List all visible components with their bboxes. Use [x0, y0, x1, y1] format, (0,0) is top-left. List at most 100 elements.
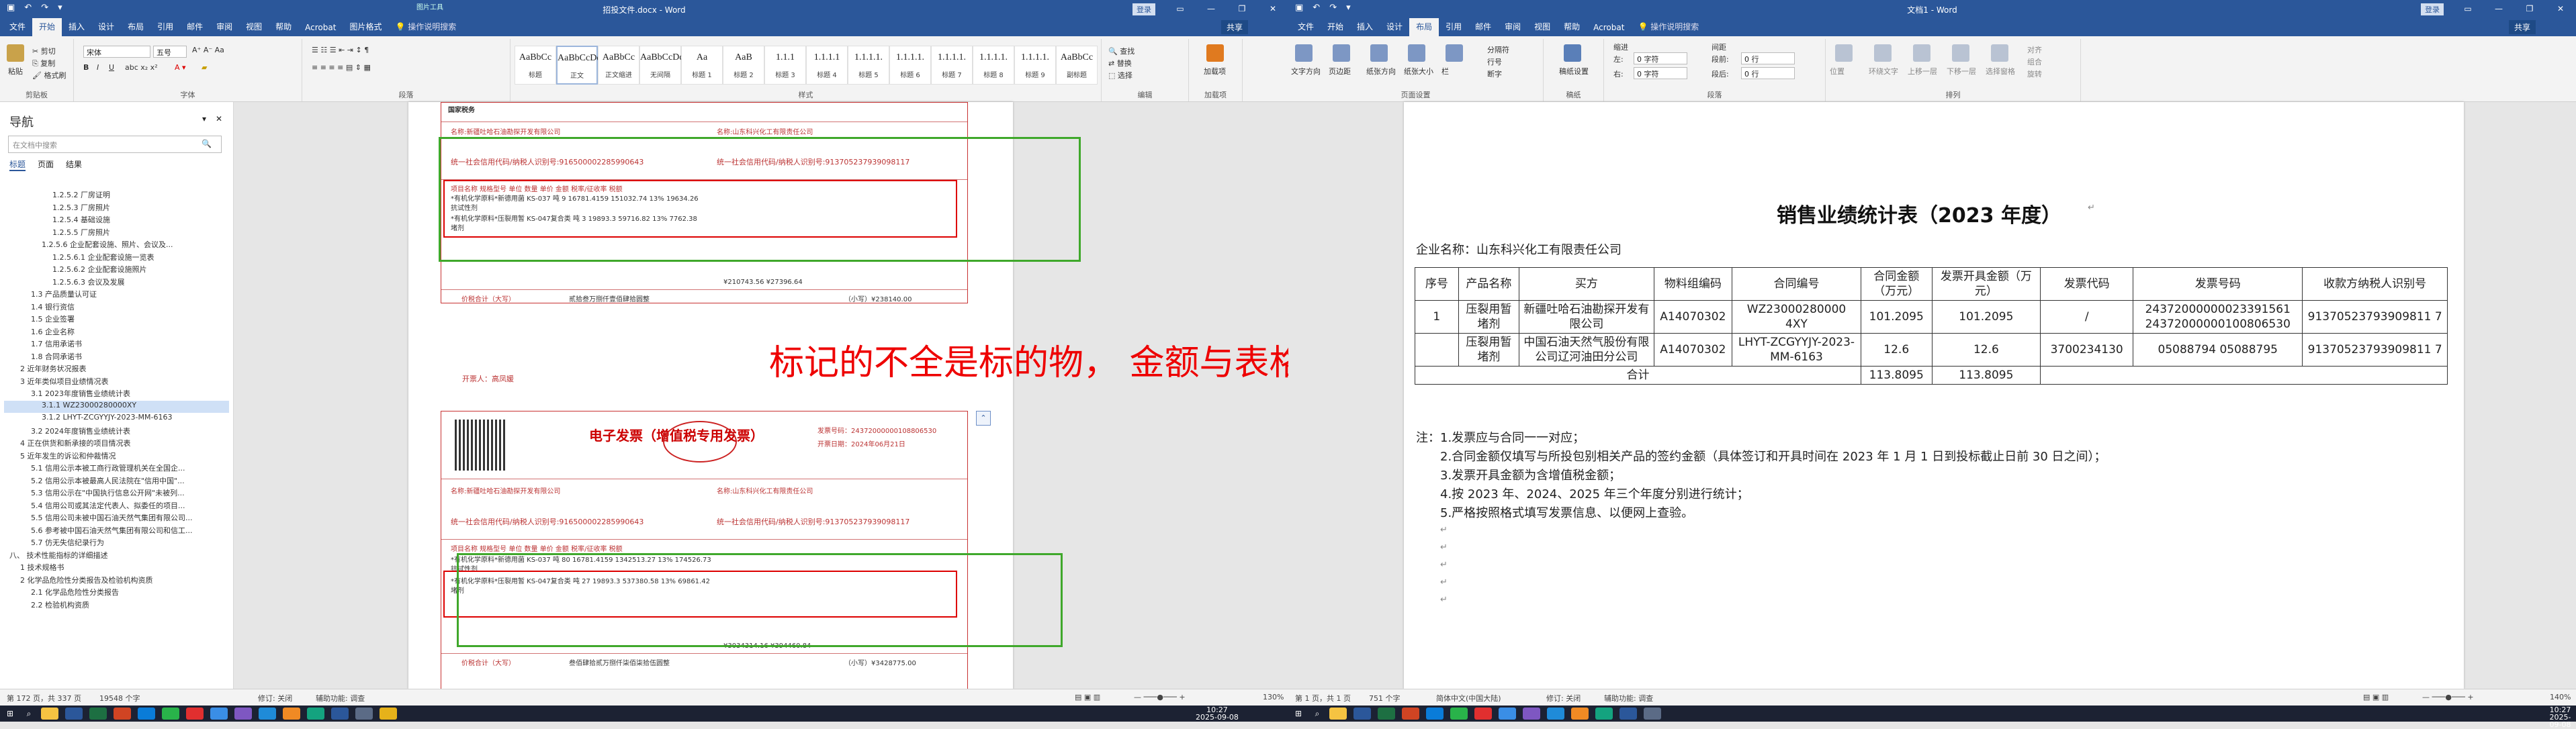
- strikethrough-icon[interactable]: abc x₂ x²: [125, 63, 158, 72]
- search-icon[interactable]: ⌕: [1308, 709, 1326, 719]
- app-icon[interactable]: [1523, 708, 1540, 720]
- arrange-icon[interactable]: [1952, 44, 1969, 62]
- style-item[interactable]: Aa 标题 1: [681, 46, 723, 85]
- style-item[interactable]: 1.1.1.1 标题 4: [806, 46, 848, 85]
- page-count[interactable]: 第 1 页，共 1 页: [1295, 693, 1351, 703]
- style-item[interactable]: 1.1.1.1. 标题 7: [931, 46, 973, 85]
- language-status[interactable]: 简体中文(中国大陆): [1436, 693, 1501, 703]
- style-item[interactable]: 1.1.1.1. 标题 9: [1014, 46, 1056, 85]
- nav-heading-item[interactable]: 1.8 合同承诺书: [4, 351, 229, 364]
- arrange-icon[interactable]: [1874, 44, 1892, 62]
- indent-left-input[interactable]: 0 字符: [1634, 52, 1687, 64]
- app-icon[interactable]: [210, 708, 228, 720]
- arrange-button[interactable]: 环绕文字: [1869, 66, 1898, 77]
- nav-search-icon[interactable]: 🔍: [202, 139, 212, 148]
- grow-font-icon[interactable]: A⁺ A⁻ Aa: [192, 46, 224, 54]
- nav-heading-item[interactable]: 1.2.5.6.2 企业配套设施照片: [4, 264, 229, 277]
- nav-close-icon[interactable]: ✕: [216, 114, 222, 124]
- nav-heading-item[interactable]: 1 技术规格书: [4, 562, 229, 575]
- tell-me-search-right[interactable]: 💡 操作说明搜索: [1631, 18, 1705, 36]
- browser-icon[interactable]: [138, 708, 155, 720]
- underline-icon[interactable]: U: [109, 63, 114, 72]
- app-icon[interactable]: [1499, 708, 1516, 720]
- tab-references[interactable]: 引用: [1439, 18, 1468, 36]
- style-item[interactable]: AaB 标题 2: [723, 46, 764, 85]
- zoom-level[interactable]: 130%: [1263, 693, 1284, 701]
- tab-layout[interactable]: 布局: [1409, 18, 1439, 36]
- wechat-icon[interactable]: [1450, 708, 1468, 720]
- page-setup-button[interactable]: 纸张大小: [1404, 66, 1433, 77]
- maximize-icon[interactable]: ❐: [1227, 0, 1257, 17]
- nav-tab-results[interactable]: 结果: [66, 158, 82, 171]
- style-item[interactable]: 1.1.1.1. 标题 8: [973, 46, 1014, 85]
- word-count[interactable]: 19548 个字: [99, 693, 140, 703]
- minimize-icon[interactable]: —: [1196, 0, 1227, 17]
- app-icon[interactable]: [1595, 708, 1613, 720]
- addins-icon[interactable]: [1206, 44, 1224, 62]
- align-icon[interactable]: ≡ ≡ ≡ ≡ ▤ ⇕ ▦: [312, 63, 371, 72]
- page-count[interactable]: 第 172 页，共 337 页: [7, 693, 81, 703]
- arrange-button[interactable]: 下移一层: [1947, 66, 1976, 77]
- nav-heading-item[interactable]: 1.2.5.6 企业配套设施、照片、会议及...: [4, 239, 229, 252]
- arrange-button[interactable]: 对齐: [2027, 44, 2042, 55]
- powerpoint-icon[interactable]: [1402, 708, 1419, 720]
- nav-heading-item[interactable]: 2 近年财务状况报表: [4, 363, 229, 376]
- page-setup-icon[interactable]: [1370, 44, 1388, 62]
- tab-home[interactable]: 开始: [1321, 18, 1350, 36]
- nav-heading-item[interactable]: 5.6 参考被中国石油天然气集团有限公司和信工...: [4, 525, 229, 538]
- page-setup-button[interactable]: 分隔符: [1487, 44, 1509, 55]
- word-icon[interactable]: [331, 708, 349, 720]
- spacing-before-input[interactable]: 0 行: [1741, 52, 1795, 64]
- font-name-combo[interactable]: 宋体: [83, 46, 150, 58]
- tab-review[interactable]: 审阅: [1498, 18, 1527, 36]
- view-mode-icons[interactable]: ▤ ▣ ▥: [1075, 693, 1100, 701]
- clock-left[interactable]: 10:27 2025-09-08: [1196, 706, 1239, 721]
- draft-paper-button[interactable]: 稿纸设置: [1557, 66, 1591, 77]
- tab-view[interactable]: 视图: [1527, 18, 1557, 36]
- nav-heading-item[interactable]: 1.2.5.6.3 会议及发展: [4, 277, 229, 289]
- arrange-icon[interactable]: [1991, 44, 2008, 62]
- word-icon[interactable]: [1353, 708, 1371, 720]
- addins-button[interactable]: 加载项: [1204, 66, 1226, 77]
- nav-heading-item[interactable]: 3.1 2023年度销售业绩统计表: [4, 388, 229, 401]
- nav-heading-item[interactable]: 八、 技术性能指标的详细描述: [4, 550, 229, 563]
- tab-design[interactable]: 设计: [1380, 18, 1409, 36]
- nav-heading-item[interactable]: 3.1.1 WZ23000280000XY: [4, 400, 229, 413]
- nav-heading-item[interactable]: 1.2.5.6.1 企业配套设施一览表: [4, 252, 229, 264]
- paste-icon[interactable]: [7, 44, 24, 62]
- page-setup-button[interactable]: 断字: [1487, 68, 1502, 79]
- app-icon[interactable]: [259, 708, 276, 720]
- style-item[interactable]: AaBbCc 副标题: [1056, 46, 1098, 85]
- app-icon[interactable]: [1571, 708, 1589, 720]
- indent-right-input[interactable]: 0 字符: [1634, 67, 1687, 79]
- page-setup-button[interactable]: 行号: [1487, 56, 1502, 67]
- nav-heading-item[interactable]: 5 近年发生的诉讼和仲裁情况: [4, 450, 229, 463]
- page-setup-button[interactable]: 纸张方向: [1366, 66, 1396, 77]
- arrange-icon[interactable]: [1913, 44, 1930, 62]
- start-icon[interactable]: ⊞: [0, 709, 20, 718]
- ribbon-display-icon[interactable]: ▭: [1165, 0, 1196, 17]
- view-mode-icons[interactable]: ▤ ▣ ▥: [2363, 693, 2389, 701]
- zoom-level[interactable]: 140%: [2550, 693, 2571, 701]
- nav-heading-item[interactable]: 2.2 检验机构资质: [4, 599, 229, 612]
- cut-button[interactable]: ✂ 剪切: [32, 46, 56, 56]
- nav-search-input[interactable]: 在文档中搜索: [8, 136, 222, 153]
- nav-heading-item[interactable]: 1.2.5.2 厂房证明: [4, 189, 229, 202]
- tab-view[interactable]: 视图: [239, 18, 269, 36]
- copy-button[interactable]: ⎘ 复制: [32, 58, 55, 68]
- nav-heading-item[interactable]: 1.7 信用承诺书: [4, 338, 229, 351]
- nav-heading-item[interactable]: 5.2 信用公示本被最高人民法院在"信用中国"...: [4, 475, 229, 488]
- accessibility-status[interactable]: 辅助功能: 调查: [1604, 693, 1653, 703]
- excel-icon[interactable]: [1378, 708, 1395, 720]
- minimize-icon[interactable]: —: [2483, 0, 2514, 17]
- arrange-button[interactable]: 选择窗格: [1986, 66, 2015, 77]
- find-button[interactable]: 🔍 查找: [1108, 46, 1135, 56]
- select-button[interactable]: ⬚ 选择: [1108, 70, 1132, 81]
- tab-references[interactable]: 引用: [150, 18, 180, 36]
- tab-help[interactable]: 帮助: [269, 18, 298, 36]
- format-painter-button[interactable]: 🖌 格式刷: [32, 70, 66, 81]
- page-setup-button[interactable]: 栏: [1441, 66, 1449, 77]
- file-explorer-icon[interactable]: [1329, 708, 1347, 720]
- style-item[interactable]: AaBbCcDd 正文: [556, 46, 601, 85]
- app-icon[interactable]: [355, 708, 373, 720]
